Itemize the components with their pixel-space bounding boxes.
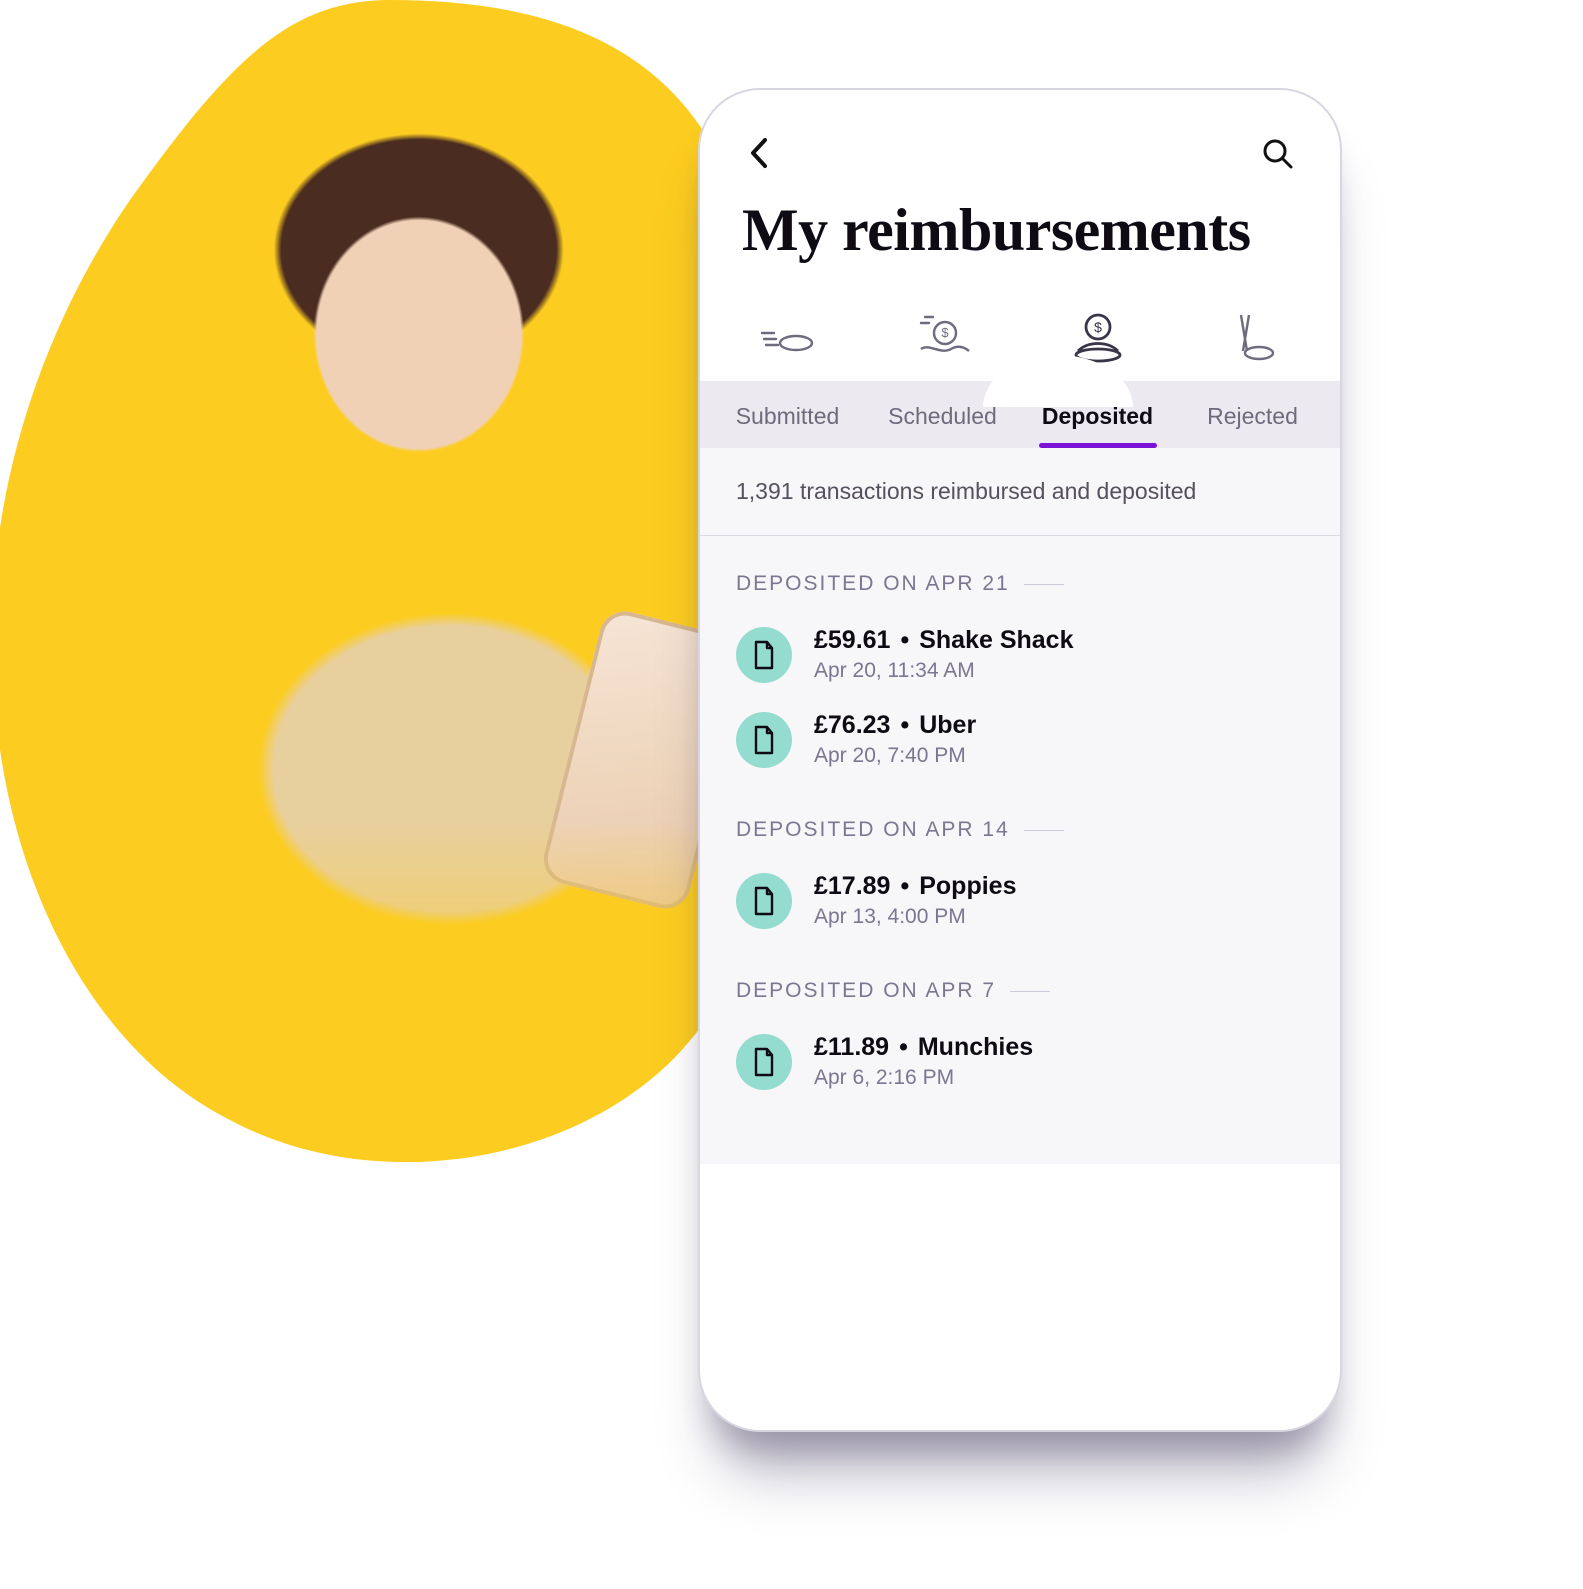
search-icon xyxy=(1261,137,1293,169)
page-title: My reimbursements xyxy=(700,174,1340,293)
document-icon xyxy=(752,725,776,755)
transaction-body: £76.23 • Uber Apr 20, 7:40 PM xyxy=(814,711,976,768)
transaction-row[interactable]: £11.89 • Munchies Apr 6, 2:16 PM xyxy=(736,1019,1304,1104)
transaction-amount: £76.23 xyxy=(814,711,890,740)
transaction-body: £59.61 • Shake Shack Apr 20, 11:34 AM xyxy=(814,626,1074,683)
tab-bar: $ $ Submitted Scheduled Deposited Reject… xyxy=(700,293,1340,448)
app-topbar xyxy=(700,90,1340,174)
bullet-dot: • xyxy=(900,626,909,655)
tab-submitted[interactable]: Submitted xyxy=(710,403,865,430)
tab-rejected[interactable]: Rejected xyxy=(1175,403,1330,430)
tab-icon-submitted[interactable] xyxy=(710,317,865,357)
transaction-time: Apr 20, 11:34 AM xyxy=(814,659,1074,683)
transaction-time: Apr 6, 2:16 PM xyxy=(814,1066,1033,1090)
transaction-body: £11.89 • Munchies Apr 6, 2:16 PM xyxy=(814,1033,1033,1090)
document-icon xyxy=(752,886,776,916)
transaction-merchant: Munchies xyxy=(918,1033,1033,1062)
content-area: 1,391 transactions reimbursed and deposi… xyxy=(700,448,1340,1164)
transaction-row[interactable]: £59.61 • Shake Shack Apr 20, 11:34 AM xyxy=(736,612,1304,697)
transaction-merchant: Uber xyxy=(919,711,976,740)
coin-send-icon xyxy=(760,317,816,357)
group-header: DEPOSITED ON APR 21 xyxy=(736,536,1304,612)
receipt-chip xyxy=(736,873,792,929)
transaction-group: DEPOSITED ON APR 21 £59.61 • Shake Shack… xyxy=(700,536,1340,782)
tab-scheduled[interactable]: Scheduled xyxy=(865,403,1020,430)
document-icon xyxy=(752,640,776,670)
transaction-merchant: Shake Shack xyxy=(919,626,1073,655)
transaction-amount: £17.89 xyxy=(814,872,890,901)
search-button[interactable] xyxy=(1256,132,1298,174)
transaction-row[interactable]: £17.89 • Poppies Apr 13, 4:00 PM xyxy=(736,858,1304,943)
coin-slash-icon xyxy=(1229,311,1277,363)
tab-icons-row: $ $ xyxy=(700,293,1340,381)
group-header-label: DEPOSITED ON APR 14 xyxy=(736,818,1010,842)
svg-text:$: $ xyxy=(1094,319,1102,335)
transaction-group: DEPOSITED ON APR 14 £17.89 • Poppies Apr… xyxy=(700,782,1340,943)
receipt-chip xyxy=(736,712,792,768)
coin-up-icon: $ xyxy=(1070,311,1126,363)
tab-deposited[interactable]: Deposited xyxy=(1020,403,1175,430)
coin-wave-icon: $ xyxy=(915,313,971,361)
transaction-amount: £11.89 xyxy=(814,1033,889,1062)
group-header-label: DEPOSITED ON APR 7 xyxy=(736,979,996,1003)
back-button[interactable] xyxy=(738,132,780,174)
chevron-left-icon xyxy=(748,136,770,170)
transaction-time: Apr 20, 7:40 PM xyxy=(814,744,976,768)
transaction-body: £17.89 • Poppies Apr 13, 4:00 PM xyxy=(814,872,1016,929)
bullet-dot: • xyxy=(900,711,909,740)
transaction-time: Apr 13, 4:00 PM xyxy=(814,905,1016,929)
bullet-dot: • xyxy=(899,1033,908,1062)
divider-line xyxy=(1024,830,1064,831)
divider-line xyxy=(1024,584,1064,585)
tab-icon-rejected[interactable] xyxy=(1175,311,1330,363)
receipt-chip xyxy=(736,627,792,683)
bullet-dot: • xyxy=(900,872,909,901)
svg-text:$: $ xyxy=(941,325,949,340)
phone-mockup: My reimbursements $ $ Submitted Schedule… xyxy=(700,90,1340,1430)
tab-icon-scheduled[interactable]: $ xyxy=(865,313,1020,361)
group-header-label: DEPOSITED ON APR 21 xyxy=(736,572,1010,596)
transaction-amount: £59.61 xyxy=(814,626,890,655)
group-header: DEPOSITED ON APR 7 xyxy=(736,943,1304,1019)
summary-line: 1,391 transactions reimbursed and deposi… xyxy=(700,448,1340,536)
transaction-merchant: Poppies xyxy=(919,872,1016,901)
group-header: DEPOSITED ON APR 14 xyxy=(736,782,1304,858)
transaction-group: DEPOSITED ON APR 7 £11.89 • Munchies Apr… xyxy=(700,943,1340,1104)
document-icon xyxy=(752,1047,776,1077)
transaction-row[interactable]: £76.23 • Uber Apr 20, 7:40 PM xyxy=(736,697,1304,782)
receipt-chip xyxy=(736,1034,792,1090)
divider-line xyxy=(1010,991,1050,992)
